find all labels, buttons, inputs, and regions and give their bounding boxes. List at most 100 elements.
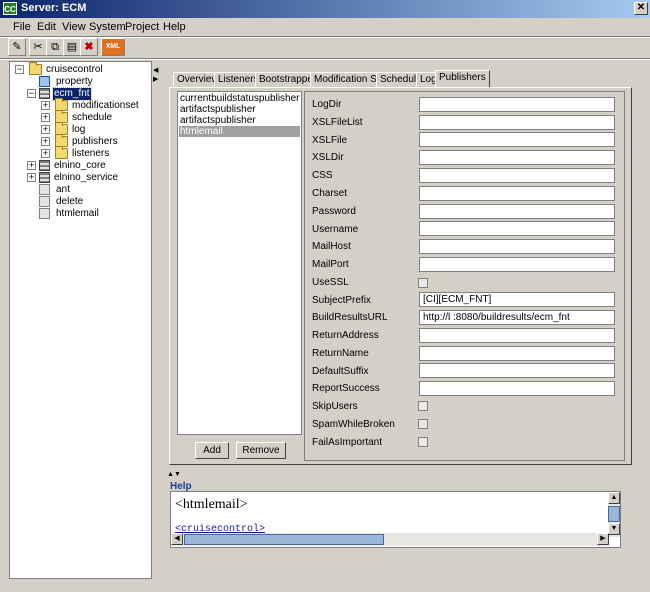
- properties-icon[interactable]: ✎: [8, 38, 26, 56]
- username-field[interactable]: [419, 221, 615, 236]
- xslfile-field[interactable]: [419, 132, 615, 147]
- label-username: Username: [312, 224, 359, 235]
- label-xslfile: XSLFile: [312, 135, 348, 146]
- reportsuccess-field[interactable]: [419, 381, 615, 396]
- tree-node-label: property: [56, 76, 93, 87]
- label-mailhost: MailHost: [312, 241, 351, 252]
- label-xslfilelist: XSLFileList: [312, 117, 363, 128]
- returnname-field[interactable]: [419, 346, 615, 361]
- tree-node-label: htmlemail: [56, 208, 99, 219]
- delete-icon[interactable]: ✖: [80, 38, 98, 56]
- scroll-down-icon[interactable]: ▼: [608, 523, 620, 535]
- expand-icon[interactable]: +: [41, 125, 50, 134]
- list-item[interactable]: currentbuildstatuspublisher: [179, 93, 300, 104]
- file-icon: [39, 208, 50, 219]
- expand-icon[interactable]: +: [41, 137, 50, 146]
- menu-system[interactable]: System: [89, 21, 126, 33]
- label-password: Password: [312, 206, 356, 217]
- xslfilelist-field[interactable]: [419, 115, 615, 130]
- list-item[interactable]: artifactspublisher: [179, 115, 300, 126]
- app-icon: CC: [3, 2, 17, 15]
- help-heading: <htmlemail>: [175, 497, 248, 512]
- mailhost-field[interactable]: [419, 239, 615, 254]
- label-charset: Charset: [312, 188, 348, 199]
- remove-button[interactable]: Remove: [236, 442, 286, 459]
- buildresultsurl-field[interactable]: http://l :8080/buildresults/ecm_fnt: [419, 310, 615, 325]
- vertical-scroll-thumb[interactable]: [608, 506, 620, 522]
- label-reportsuccess: ReportSuccess: [312, 383, 380, 394]
- tree-node-label: elnino_core: [54, 160, 106, 171]
- tree-node-label: schedule: [72, 112, 113, 123]
- folder-icon: [55, 146, 68, 159]
- xsldir-field[interactable]: [419, 150, 615, 165]
- label-returnaddress: ReturnAddress: [312, 330, 379, 341]
- splitter-right-arrow-icon[interactable]: ▶: [153, 75, 158, 83]
- expand-icon[interactable]: +: [41, 149, 50, 158]
- menu-help[interactable]: Help: [163, 21, 186, 33]
- subjectprefix-field[interactable]: [CI][ECM_FNT]: [419, 292, 615, 307]
- failasimportant-checkbox[interactable]: [418, 437, 428, 447]
- xml-icon[interactable]: XML: [101, 38, 125, 56]
- spamwhilebroken-checkbox[interactable]: [418, 419, 428, 429]
- tab-publishers[interactable]: Publishers: [435, 70, 490, 88]
- label-returnname: ReturnName: [312, 348, 369, 359]
- collapse-icon[interactable]: −: [27, 89, 36, 98]
- close-icon[interactable]: ✕: [634, 2, 648, 15]
- paste-icon[interactable]: ▤: [63, 38, 81, 56]
- title-bar: CC Server: ECM ✕: [0, 0, 650, 18]
- file-icon: [39, 196, 50, 207]
- menu-view[interactable]: View: [62, 21, 86, 33]
- label-failasimportant: FailAsImportant: [312, 437, 383, 448]
- tree-node-label: publishers: [72, 136, 118, 147]
- cut-icon[interactable]: ✂: [29, 38, 47, 56]
- property-icon: [39, 76, 50, 87]
- expand-icon[interactable]: +: [41, 101, 50, 110]
- expand-icon[interactable]: +: [27, 173, 36, 182]
- scroll-left-icon[interactable]: ◀: [171, 533, 183, 545]
- label-xsldir: XSLDir: [312, 152, 344, 163]
- label-spamwhilebroken: SpamWhileBroken: [312, 419, 395, 430]
- menu-bar: File Edit View System Project Help: [0, 18, 650, 36]
- tree-node-label: cruisecontrol: [46, 64, 103, 75]
- copy-icon[interactable]: ⧉: [46, 38, 64, 56]
- server-icon: [39, 160, 50, 171]
- menu-file[interactable]: File: [13, 21, 31, 33]
- expand-icon[interactable]: +: [41, 113, 50, 122]
- server-icon: [39, 88, 50, 99]
- splitter-left-arrow-icon[interactable]: ◀: [153, 66, 158, 74]
- defaultsuffix-field[interactable]: [419, 363, 615, 378]
- list-item-selected[interactable]: htmlemail: [179, 126, 300, 137]
- logdir-field[interactable]: [419, 97, 615, 112]
- label-skipusers: SkipUsers: [312, 401, 358, 412]
- tree-node-label: log: [72, 124, 86, 135]
- collapse-icon[interactable]: −: [15, 65, 24, 74]
- tree-node-label: elnino_service: [54, 172, 118, 183]
- splitter-up-arrow-icon[interactable]: ▲: [167, 471, 174, 478]
- menu-project[interactable]: Project: [125, 21, 159, 33]
- password-field[interactable]: [419, 204, 615, 219]
- tree-node-label: listeners: [72, 148, 110, 159]
- tree-node-label: ant: [56, 184, 70, 195]
- css-field[interactable]: [419, 168, 615, 183]
- menu-edit[interactable]: Edit: [37, 21, 56, 33]
- list-item[interactable]: artifactspublisher: [179, 104, 300, 115]
- charset-field[interactable]: [419, 186, 615, 201]
- publisher-list[interactable]: currentbuildstatuspublisher artifactspub…: [177, 91, 302, 435]
- usessl-checkbox[interactable]: [418, 278, 428, 288]
- returnaddress-field[interactable]: [419, 328, 615, 343]
- mailport-field[interactable]: [419, 257, 615, 272]
- splitter-down-arrow-icon[interactable]: ▼: [174, 471, 181, 478]
- label-mailport: MailPort: [312, 259, 349, 270]
- tree-node-label: delete: [56, 196, 84, 207]
- project-tree[interactable]: − cruisecontrol property − ecm_fnt + mod…: [9, 61, 152, 579]
- label-buildresultsurl: BuildResultsURL: [312, 312, 388, 323]
- scroll-up-icon[interactable]: ▲: [608, 492, 620, 504]
- folder-icon: [29, 62, 42, 75]
- scroll-right-icon[interactable]: ▶: [597, 533, 609, 545]
- skipusers-checkbox[interactable]: [418, 401, 428, 411]
- add-button[interactable]: Add: [195, 442, 229, 459]
- label-usessl: UseSSL: [312, 277, 349, 288]
- horizontal-scroll-thumb[interactable]: [184, 534, 384, 545]
- expand-icon[interactable]: +: [27, 161, 36, 170]
- toolbar: ✎ ✂ ⧉ ▤ ✖ XML: [0, 37, 650, 59]
